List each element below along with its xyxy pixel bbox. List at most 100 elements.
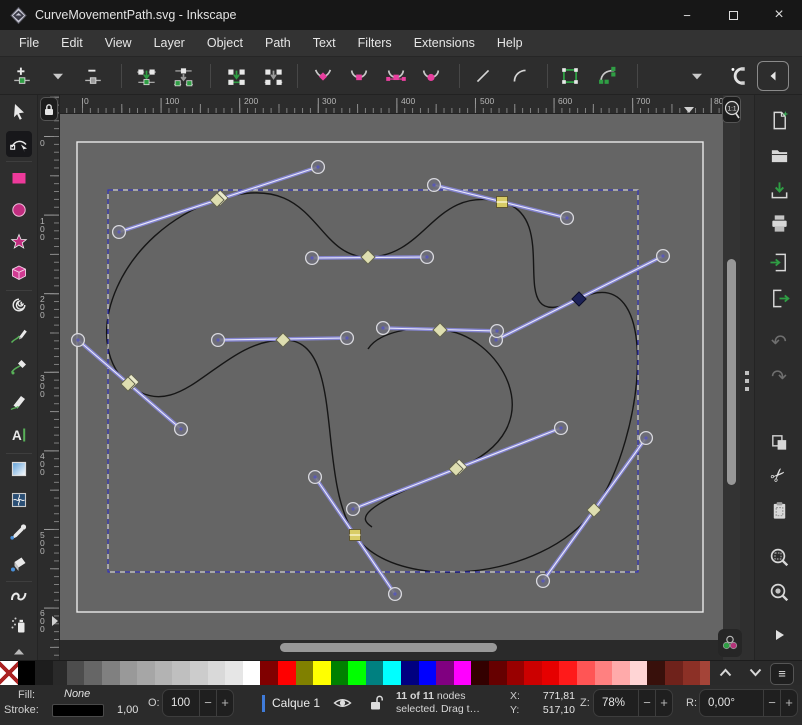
color-swatch[interactable] (559, 661, 577, 685)
tool-spiral[interactable] (6, 292, 32, 318)
rotation-minus-button[interactable]: − (763, 690, 780, 716)
zoom-drawing-icon[interactable] (767, 580, 791, 604)
snap-toolbar-handle[interactable] (740, 95, 754, 660)
tool-star[interactable] (6, 229, 32, 255)
import-icon[interactable] (767, 250, 791, 274)
color-swatch[interactable] (436, 661, 454, 685)
insert-node-icon[interactable] (9, 63, 35, 89)
node-symmetric-icon[interactable] (383, 63, 409, 89)
tool-selector[interactable] (6, 99, 32, 125)
menu-item[interactable]: Extensions (403, 30, 486, 56)
stroke-swatch[interactable] (52, 704, 104, 717)
tool-mesh-gradient[interactable] (6, 487, 32, 513)
tool-gradient[interactable] (6, 456, 32, 482)
menu-item[interactable]: Path (254, 30, 302, 56)
zoom-spinner[interactable]: 78% − + (593, 689, 673, 717)
new-document-icon[interactable] (767, 108, 791, 132)
color-swatch[interactable] (137, 661, 155, 685)
swatch-none[interactable] (0, 661, 18, 685)
color-swatch[interactable] (647, 661, 665, 685)
zoom-selection-icon[interactable] (767, 545, 791, 569)
join-nodes-icon[interactable] (133, 63, 159, 89)
break-nodes-icon[interactable] (170, 63, 196, 89)
node-auto-icon[interactable] (418, 63, 444, 89)
menu-item[interactable]: Edit (50, 30, 94, 56)
color-swatch[interactable] (612, 661, 630, 685)
rotation-spinner[interactable]: 0,00° − + (699, 689, 798, 717)
vertical-scrollbar[interactable] (723, 95, 740, 660)
palette-menu-icon[interactable]: ≡ (770, 663, 794, 685)
color-swatch[interactable] (172, 661, 190, 685)
export-icon[interactable] (767, 286, 791, 310)
color-swatch[interactable] (331, 661, 349, 685)
color-swatch[interactable] (577, 661, 595, 685)
palette-scroll-down-icon[interactable] (740, 668, 770, 680)
color-swatch[interactable] (630, 661, 648, 685)
color-swatch[interactable] (155, 661, 173, 685)
color-swatch[interactable] (18, 661, 36, 685)
layer-lock-icon[interactable] (369, 694, 384, 714)
tool-dropper[interactable] (6, 519, 32, 545)
tool-pen[interactable] (6, 354, 32, 380)
color-swatch[interactable] (366, 661, 384, 685)
color-swatch[interactable] (348, 661, 366, 685)
node-smooth-icon[interactable] (346, 63, 372, 89)
color-swatch[interactable] (208, 661, 226, 685)
color-swatch[interactable] (507, 661, 525, 685)
menu-item[interactable]: View (94, 30, 143, 56)
canvas[interactable] (60, 114, 723, 640)
cut-icon[interactable]: ✂ (767, 463, 791, 487)
close-button[interactable]: × (756, 0, 802, 30)
color-swatch[interactable] (524, 661, 542, 685)
menu-item[interactable]: Filters (347, 30, 403, 56)
menu-item[interactable]: File (8, 30, 50, 56)
color-swatch[interactable] (313, 661, 331, 685)
color-swatch[interactable] (454, 661, 472, 685)
color-swatch[interactable] (665, 661, 683, 685)
tool-node-editor[interactable] (6, 131, 32, 157)
insert-node-options-icon[interactable] (45, 63, 71, 89)
menu-item[interactable]: Layer (143, 30, 196, 56)
zoom-1-1-button[interactable]: 1:1 (722, 96, 741, 123)
save-icon[interactable] (767, 178, 791, 202)
tool-calligraphy[interactable] (6, 389, 32, 415)
color-swatch[interactable] (120, 661, 138, 685)
open-icon[interactable] (767, 143, 791, 167)
color-swatch[interactable] (401, 661, 419, 685)
ruler-lock-icon[interactable] (40, 97, 58, 121)
object-to-path-icon[interactable] (557, 63, 583, 89)
color-swatch[interactable] (67, 661, 85, 685)
color-swatch[interactable] (471, 661, 489, 685)
color-swatch[interactable] (296, 661, 314, 685)
color-swatch[interactable] (190, 661, 208, 685)
opacity-value[interactable]: 100 (163, 697, 199, 709)
menu-item[interactable]: Help (486, 30, 534, 56)
tool-text[interactable]: A (6, 422, 32, 448)
zoom-minus-button[interactable]: − (638, 690, 655, 716)
tool-paint-bucket[interactable] (6, 551, 32, 577)
color-swatch[interactable] (489, 661, 507, 685)
color-swatch[interactable] (84, 661, 102, 685)
vertical-ruler[interactable]: 0100200300400500600 (38, 95, 60, 660)
opacity-minus-button[interactable]: − (199, 690, 216, 716)
join-with-segment-icon[interactable] (223, 63, 249, 89)
delete-segment-icon[interactable] (260, 63, 286, 89)
color-display-mode-widget[interactable] (718, 629, 742, 657)
opacity-spinner[interactable]: 100 − + (162, 689, 234, 717)
color-swatch[interactable] (225, 661, 243, 685)
color-swatch[interactable] (243, 661, 261, 685)
horizontal-scrollbar[interactable] (60, 640, 723, 656)
tool-box-3d[interactable] (6, 260, 32, 286)
paste-icon[interactable] (767, 498, 791, 522)
menu-item[interactable]: Object (196, 30, 254, 56)
layer-visibility-icon[interactable] (333, 696, 352, 713)
segment-line-icon[interactable] (470, 63, 496, 89)
tool-rectangle[interactable] (6, 165, 32, 191)
color-swatch[interactable] (683, 661, 701, 685)
delete-node-icon[interactable] (80, 63, 106, 89)
collapse-panel-button[interactable] (757, 61, 789, 91)
rotation-plus-button[interactable]: + (780, 690, 797, 716)
tool-pencil[interactable] (6, 323, 32, 349)
redo-icon[interactable]: ↷ (767, 365, 791, 389)
color-swatch[interactable] (260, 661, 278, 685)
